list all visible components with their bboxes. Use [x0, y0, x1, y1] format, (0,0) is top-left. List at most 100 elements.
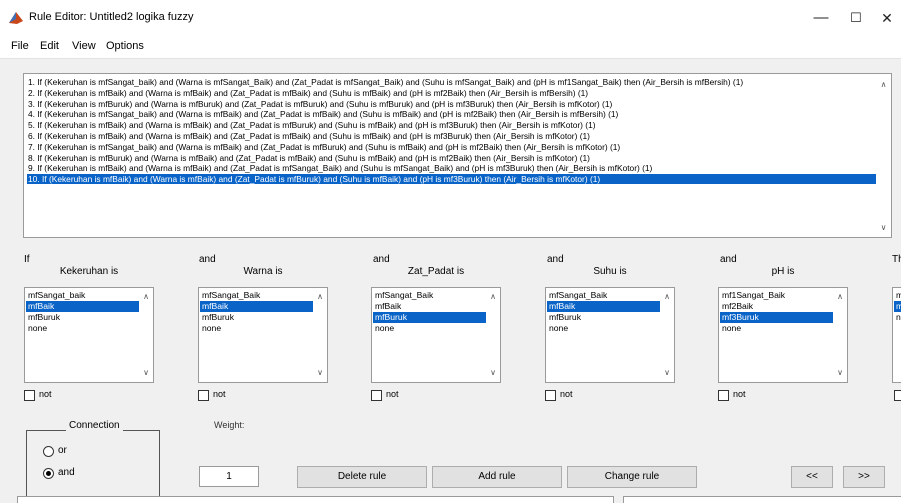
list-scrollbar[interactable]: ∧ ∨ [660, 288, 674, 382]
rule-item[interactable]: 8. If (Kekeruhan is mfBuruk) and (Warna … [27, 153, 877, 163]
and-connection-label: and [58, 467, 75, 478]
not-label: not [733, 389, 746, 399]
not-label: not [213, 389, 226, 399]
scroll-down-icon[interactable]: ∨ [139, 366, 153, 380]
variable-label: Warna is [243, 266, 283, 277]
if-label: If [24, 254, 30, 265]
membership-option[interactable]: mfBaik [547, 301, 661, 312]
output-list[interactable]: m m no [892, 287, 901, 383]
and-label-3: and [547, 254, 564, 265]
not-checkbox[interactable] [371, 390, 382, 401]
membership-option[interactable]: mfBuruk [200, 312, 314, 323]
scroll-down-icon[interactable]: ∨ [660, 366, 674, 380]
not-checkbox[interactable] [718, 390, 729, 401]
scroll-up-icon[interactable]: ∧ [833, 290, 847, 304]
membership-option[interactable]: mfSangat_baik [26, 290, 140, 301]
membership-option[interactable]: none [200, 323, 314, 334]
list-scrollbar[interactable]: ∧ ∨ [486, 288, 500, 382]
menu-options[interactable]: Options [106, 40, 144, 52]
help-box [623, 496, 901, 503]
membership-option[interactable]: none [720, 323, 834, 334]
not-checkbox[interactable] [24, 390, 35, 401]
rules-scrollbar[interactable]: ∧ ∨ [876, 74, 891, 237]
rule-item[interactable]: 9. If (Kekeruhan is mfBaik) and (Warna i… [27, 163, 877, 173]
next-button[interactable]: >> [843, 466, 885, 488]
membership-option[interactable]: mfBaik [373, 301, 487, 312]
membership-list[interactable]: mfSangat_Baik mfBaik mfBuruk none ∧ ∨ [371, 287, 501, 383]
membership-option[interactable]: none [547, 323, 661, 334]
weight-input[interactable]: 1 [199, 466, 259, 487]
membership-option[interactable]: mfBuruk [373, 312, 487, 323]
membership-list[interactable]: mfSangat_Baik mfBaik mfBuruk none ∧ ∨ [545, 287, 675, 383]
menu-edit[interactable]: Edit [40, 40, 59, 52]
scroll-up-icon[interactable]: ∧ [313, 290, 327, 304]
scroll-up-icon[interactable]: ∧ [876, 78, 891, 92]
membership-option[interactable]: mfSangat_Baik [200, 290, 314, 301]
not-label: not [560, 389, 573, 399]
scroll-up-icon[interactable]: ∧ [139, 290, 153, 304]
and-label-2: and [373, 254, 390, 265]
membership-option[interactable]: none [373, 323, 487, 334]
membership-list[interactable]: mfSangat_Baik mfBaik mfBuruk none ∧ ∨ [198, 287, 328, 383]
scroll-down-icon[interactable]: ∨ [876, 221, 891, 235]
variable-label: Suhu is [593, 266, 627, 277]
weight-label: Weight: [214, 420, 245, 430]
rule-item[interactable]: 2. If (Kekeruhan is mfBaik) and (Warna i… [27, 88, 877, 98]
membership-option[interactable]: mfSangat_Baik [373, 290, 487, 301]
status-message-box [17, 496, 614, 503]
connection-title: Connection [66, 420, 123, 431]
not-checkbox[interactable] [545, 390, 556, 401]
membership-option[interactable]: mf2Baik [720, 301, 834, 312]
membership-option[interactable]: mfSangat_Baik [547, 290, 661, 301]
scroll-up-icon[interactable]: ∧ [660, 290, 674, 304]
and-radio[interactable] [43, 468, 54, 479]
rules-list[interactable]: 1. If (Kekeruhan is mfSangat_baik) and (… [23, 73, 892, 238]
variable-label: pH is [771, 266, 795, 277]
menu-file[interactable]: File [11, 40, 29, 52]
output-option[interactable]: m [894, 290, 901, 301]
membership-option[interactable]: mfBaik [200, 301, 314, 312]
rule-item[interactable]: 10. If (Kekeruhan is mfBaik) and (Warna … [27, 174, 877, 185]
variable-label: Kekeruhan is [59, 266, 119, 277]
output-option[interactable]: no [894, 312, 901, 323]
or-radio[interactable] [43, 446, 54, 457]
membership-list[interactable]: mfSangat_baik mfBaik mfBuruk none ∧ ∨ [24, 287, 154, 383]
and-label-4: and [720, 254, 737, 265]
rule-item[interactable]: 6. If (Kekeruhan is mfBaik) and (Warna i… [27, 131, 877, 141]
output-not-checkbox[interactable] [894, 390, 901, 401]
menu-view[interactable]: View [72, 40, 96, 52]
scroll-down-icon[interactable]: ∨ [313, 366, 327, 380]
rule-item[interactable]: 3. If (Kekeruhan is mfBuruk) and (Warna … [27, 99, 877, 109]
membership-option[interactable]: mfBuruk [26, 312, 140, 323]
minimize-button[interactable]: — [801, 6, 841, 30]
rule-item[interactable]: 1. If (Kekeruhan is mfSangat_baik) and (… [27, 77, 877, 87]
rule-item[interactable]: 4. If (Kekeruhan is mfSangat_baik) and (… [27, 109, 877, 119]
connection-group [26, 430, 160, 500]
list-scrollbar[interactable]: ∧ ∨ [139, 288, 153, 382]
delete-rule-button[interactable]: Delete rule [297, 466, 427, 488]
close-button[interactable]: ✕ [867, 6, 901, 30]
membership-option[interactable]: mf3Buruk [720, 312, 834, 323]
scroll-up-icon[interactable]: ∧ [486, 290, 500, 304]
prev-button[interactable]: << [791, 466, 833, 488]
not-label: not [386, 389, 399, 399]
add-rule-button[interactable]: Add rule [432, 466, 562, 488]
membership-option[interactable]: none [26, 323, 140, 334]
list-scrollbar[interactable]: ∧ ∨ [833, 288, 847, 382]
membership-option[interactable]: mf1Sangat_Baik [720, 290, 834, 301]
change-rule-button[interactable]: Change rule [567, 466, 697, 488]
rule-item[interactable]: 5. If (Kekeruhan is mfBaik) and (Warna i… [27, 120, 877, 130]
scroll-down-icon[interactable]: ∨ [833, 366, 847, 380]
not-checkbox[interactable] [198, 390, 209, 401]
not-label: not [39, 389, 52, 399]
scroll-down-icon[interactable]: ∨ [486, 366, 500, 380]
membership-option[interactable]: mfBaik [26, 301, 140, 312]
list-scrollbar[interactable]: ∧ ∨ [313, 288, 327, 382]
window-title: Rule Editor: Untitled2 logika fuzzy [29, 11, 194, 23]
menu-bar: File Edit View Options [0, 36, 901, 59]
membership-list[interactable]: mf1Sangat_Baik mf2Baik mf3Buruk none ∧ ∨ [718, 287, 848, 383]
variable-label: Zat_Padat is [407, 266, 465, 277]
rule-item[interactable]: 7. If (Kekeruhan is mfSangat_baik) and (… [27, 142, 877, 152]
membership-option[interactable]: mfBuruk [547, 312, 661, 323]
output-option[interactable]: m [894, 301, 901, 312]
